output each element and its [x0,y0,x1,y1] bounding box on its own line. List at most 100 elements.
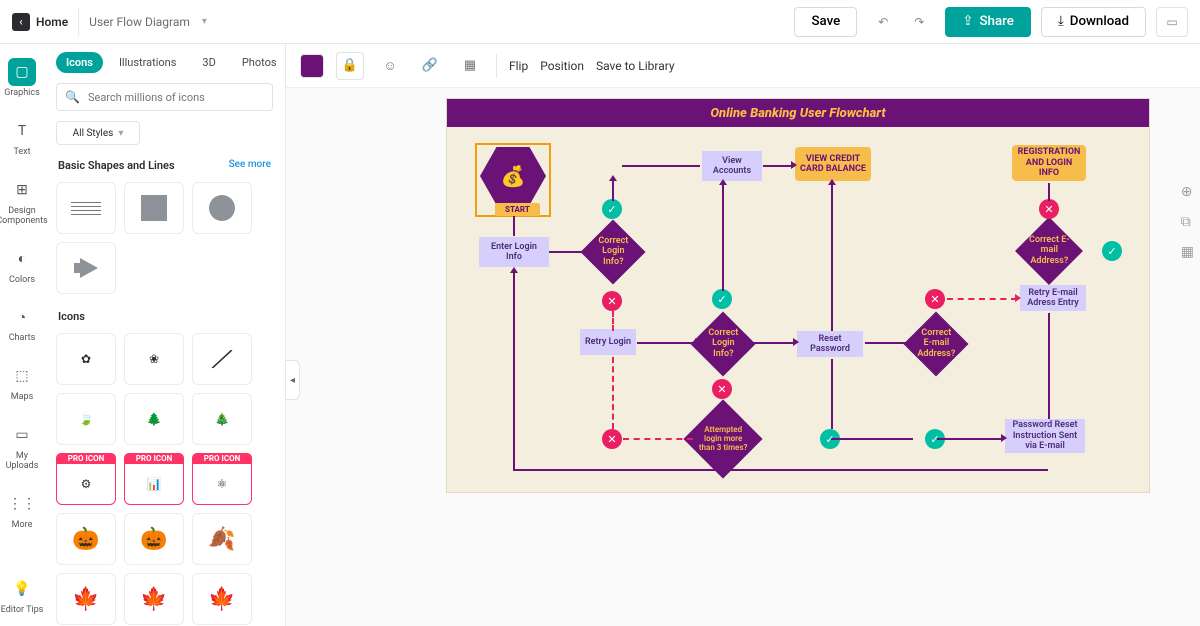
context-toolbar: 🔒 ☺ 🔗 ▦ Flip Position Save to Library [286,44,1200,88]
share-button[interactable]: ⇪ Share [945,7,1031,37]
arrow-icon [510,267,518,273]
connector [549,251,589,253]
connector [1048,183,1050,201]
charts-icon: ◔ [8,303,36,331]
icon-tile[interactable]: 🍁 [124,573,184,625]
pro-badge: PRO ICON [56,453,116,464]
flip-button[interactable]: Flip [509,59,528,73]
undo-button[interactable]: ↶ [867,7,899,37]
tab-icons[interactable]: Icons [56,52,103,73]
duplicate-page-button[interactable]: ⧉ [1181,214,1194,230]
rail-item-text[interactable]: TText [0,117,44,158]
icon-tile[interactable]: ╱ [192,333,252,385]
share-icon: ⇪ [962,14,973,29]
rail-item-graphics[interactable]: ▢Graphics [0,58,44,99]
label: Correct E-mail Address? [916,328,956,359]
arrow-icon [828,179,836,185]
node-retry-login[interactable]: Retry Login [580,329,636,355]
shape-arrow[interactable] [56,242,116,294]
tab-photos[interactable]: Photos [232,52,286,73]
download-button[interactable]: ⤓ Download [1041,7,1146,37]
money-icon: 💰 [501,164,526,188]
shape-circle[interactable] [192,182,252,234]
shape-lines[interactable] [56,182,116,234]
see-more-shapes[interactable]: See more [229,159,271,172]
node-view-credit[interactable]: VIEW CREDIT CARD BALANCE [795,147,871,181]
save-button[interactable]: Save [794,7,857,37]
arrow-icon [791,161,797,169]
icon-tile[interactable]: ❀ [124,333,184,385]
check-icon: ✓ [1102,241,1122,261]
redo-button[interactable]: ↷ [903,7,935,37]
search-input-wrap[interactable]: 🔍 [56,83,273,111]
connector [763,165,793,167]
collapse-panel-button[interactable]: ◂ [286,360,300,400]
node-attempted[interactable]: Attempted login more than 3 times? [683,399,762,478]
rail-item-editor-tips[interactable]: 💡Editor Tips [0,575,44,616]
download-icon: ⤓ [1058,14,1064,29]
section-shapes-title: Basic Shapes and Lines [58,159,175,172]
section-icons-title: Icons [58,310,85,323]
download-label: Download [1070,14,1129,29]
icon-tile[interactable]: 🍁 [56,573,116,625]
present-button[interactable]: ▭ [1156,7,1188,37]
uploads-icon: ▭ [8,421,36,449]
node-reset-password[interactable]: Reset Password [797,331,863,357]
connector [612,179,614,201]
rail-item-charts[interactable]: ◔Charts [0,303,44,344]
components-icon: ⊞ [8,176,36,204]
emoji-button[interactable]: ☺ [376,52,404,80]
node-registration[interactable]: REGISTRATION AND LOGIN INFO [1012,145,1086,181]
icon-tile[interactable]: 🍂 [192,513,252,565]
tab-3d[interactable]: 3D [192,52,225,73]
icon-tile[interactable]: 🎄 [192,393,252,445]
add-page-button[interactable]: ⊕ [1181,184,1194,200]
position-button[interactable]: Position [540,59,584,73]
connector-dashed [612,357,614,429]
search-icon: 🔍 [65,90,80,104]
left-rail: ▢Graphics TText ⊞Design Components ◐Colo… [0,44,44,626]
fill-color-swatch[interactable] [300,54,324,78]
lightbulb-icon: 💡 [8,575,36,603]
start-label: START [495,203,540,216]
lock-button[interactable]: 🔒 [336,52,364,80]
node-retry-email[interactable]: Retry E-mail Adress Entry [1020,285,1086,311]
transparency-button[interactable]: ▦ [456,52,484,80]
connector [1048,313,1050,419]
link-button[interactable]: 🔗 [416,52,444,80]
icon-tile[interactable]: 🍁 [192,573,252,625]
start-node[interactable]: 💰 [480,147,546,205]
node-view-accounts[interactable]: View Accounts [702,151,762,181]
rail-label: More [12,521,33,531]
home-button[interactable]: ‹ Home [12,13,68,31]
rail-item-more[interactable]: ⋮⋮More [0,490,44,531]
divider [78,8,79,36]
save-to-library-button[interactable]: Save to Library [596,59,675,73]
shape-square[interactable] [124,182,184,234]
page-grid-button[interactable]: ▦ [1181,244,1194,260]
canvas-area[interactable]: Online Banking User Flowchart 💰 START Vi… [286,88,1200,626]
node-correct-email[interactable]: Correct E-mail Address? [1015,217,1083,285]
icon-tile[interactable]: 🍃 [56,393,116,445]
icon-tile[interactable]: 🎃 [56,513,116,565]
rail-item-colors[interactable]: ◐Colors [0,245,44,286]
icon-tile[interactable]: ✿ [56,333,116,385]
icon-tile-pro[interactable]: PRO ICON⚛ [192,453,252,505]
x-icon: ✕ [925,289,945,309]
node-enter-login[interactable]: Enter Login Info [479,237,549,267]
document-title-dropdown[interactable]: User Flow Diagram ▾ [89,15,207,29]
divider [496,54,497,78]
rail-item-maps[interactable]: ⬚Maps [0,362,44,403]
icon-tile[interactable]: 🎃 [124,513,184,565]
page[interactable]: Online Banking User Flowchart 💰 START Vi… [446,98,1150,493]
rail-item-uploads[interactable]: ▭My Uploads [0,421,44,472]
icon-tile-pro[interactable]: PRO ICON⚙ [56,453,116,505]
rail-item-design-components[interactable]: ⊞Design Components [0,176,44,227]
node-pw-reset[interactable]: Password Reset Instruction Sent via E-ma… [1005,419,1085,453]
style-filter-dropdown[interactable]: All Styles ▾ [56,121,140,145]
icon-tile-pro[interactable]: PRO ICON📊 [124,453,184,505]
tab-illustrations[interactable]: Illustrations [109,52,186,73]
search-input[interactable] [88,91,264,104]
x-icon: ✕ [1039,199,1059,219]
icon-tile[interactable]: 🌲 [124,393,184,445]
